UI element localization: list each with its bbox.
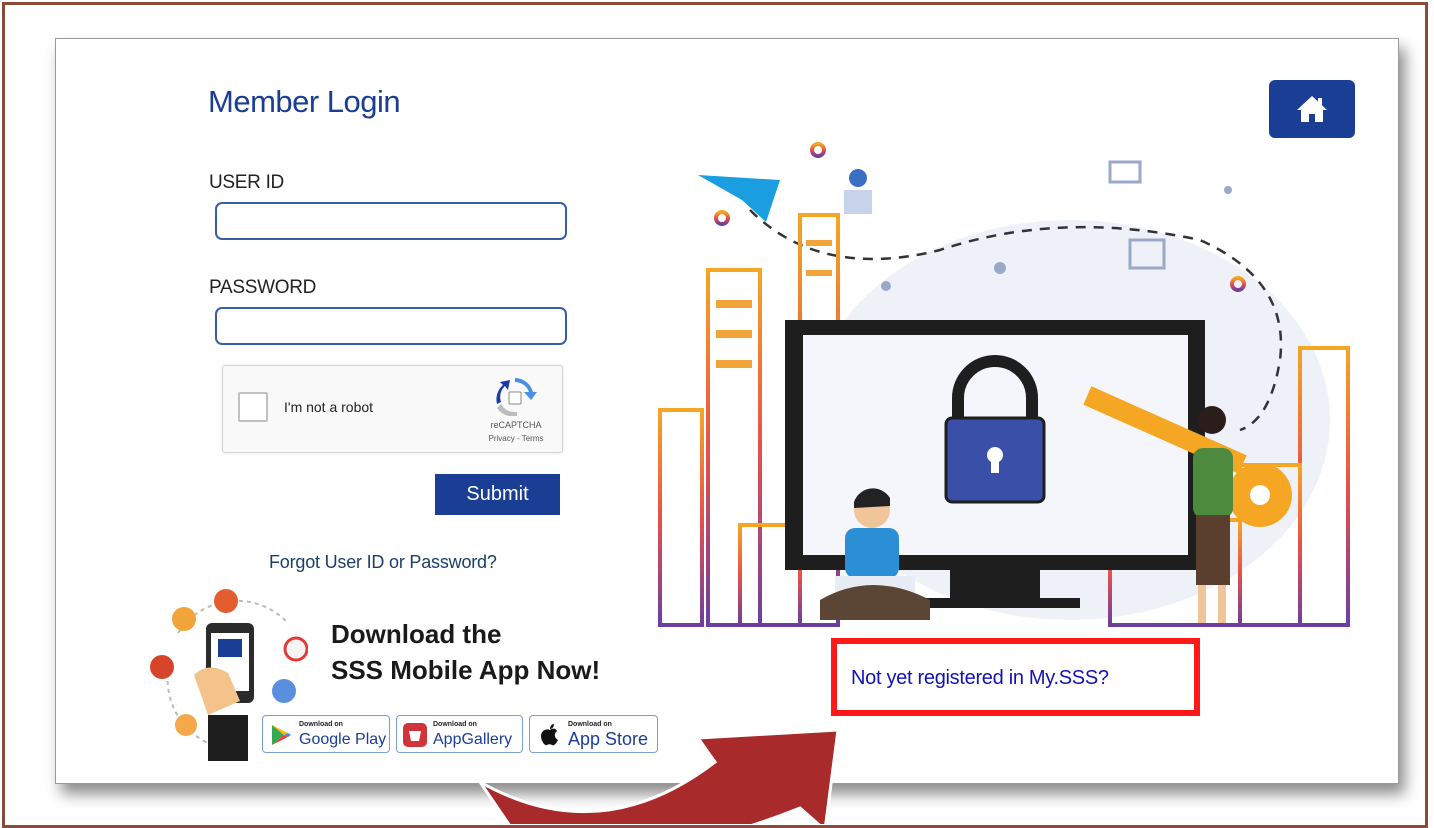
google-play-badge[interactable]: Download on Google Play	[262, 715, 390, 753]
page-title: Member Login	[208, 84, 401, 119]
password-input[interactable]	[215, 307, 567, 345]
recaptcha-icon	[496, 378, 537, 416]
pointer-arrow	[478, 728, 840, 824]
password-label: PASSWORD	[209, 277, 317, 298]
home-icon	[1297, 96, 1327, 122]
paper-plane-icon	[698, 175, 780, 222]
recaptcha-links[interactable]: Privacy - Terms	[479, 434, 553, 443]
security-login-illustration	[658, 142, 1350, 627]
user-id-label: USER ID	[209, 172, 284, 193]
store-badge-caption: Download on	[299, 721, 343, 728]
recaptcha-brand: reCAPTCHA	[490, 420, 542, 430]
recaptcha-checkbox[interactable]	[238, 392, 268, 422]
submit-button[interactable]: Submit	[435, 474, 560, 515]
download-line-1: Download the	[331, 619, 502, 649]
user-id-input[interactable]	[215, 202, 567, 240]
google-play-icon	[272, 725, 291, 745]
download-line-2: SSS Mobile App Now!	[331, 655, 601, 685]
register-link[interactable]: Not yet registered in My.SSS?	[851, 667, 1109, 690]
forgot-credentials-link[interactable]: Forgot User ID or Password?	[269, 552, 497, 573]
store-badge-name: Google Play	[299, 731, 387, 748]
download-app-heading: Download the SSS Mobile App Now!	[331, 616, 600, 688]
recaptcha-widget: I'm not a robot reCAPTCHA Privacy - Term…	[222, 365, 563, 453]
huawei-icon	[403, 723, 427, 747]
recaptcha-label: I'm not a robot	[284, 399, 374, 415]
